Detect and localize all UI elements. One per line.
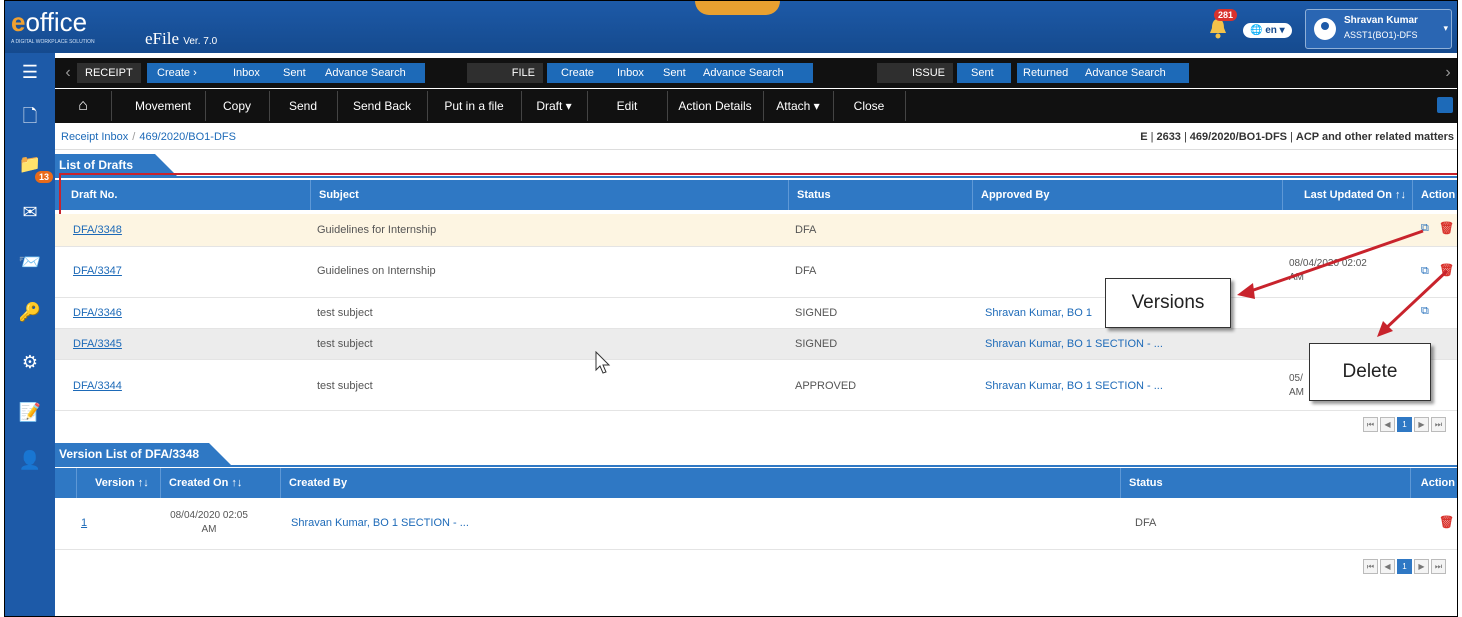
versions-arrowhead [1237, 283, 1255, 299]
annotation-arrows [1237, 229, 1449, 337]
delete-callout: Delete [1309, 343, 1431, 401]
delete-arrow [1381, 269, 1449, 333]
versions-arrow [1244, 229, 1424, 295]
versions-callout: Versions [1105, 278, 1231, 328]
screenshot-frame: eoffice A DIGITAL WORKPLACE SOLUTION eFi… [4, 0, 1458, 617]
